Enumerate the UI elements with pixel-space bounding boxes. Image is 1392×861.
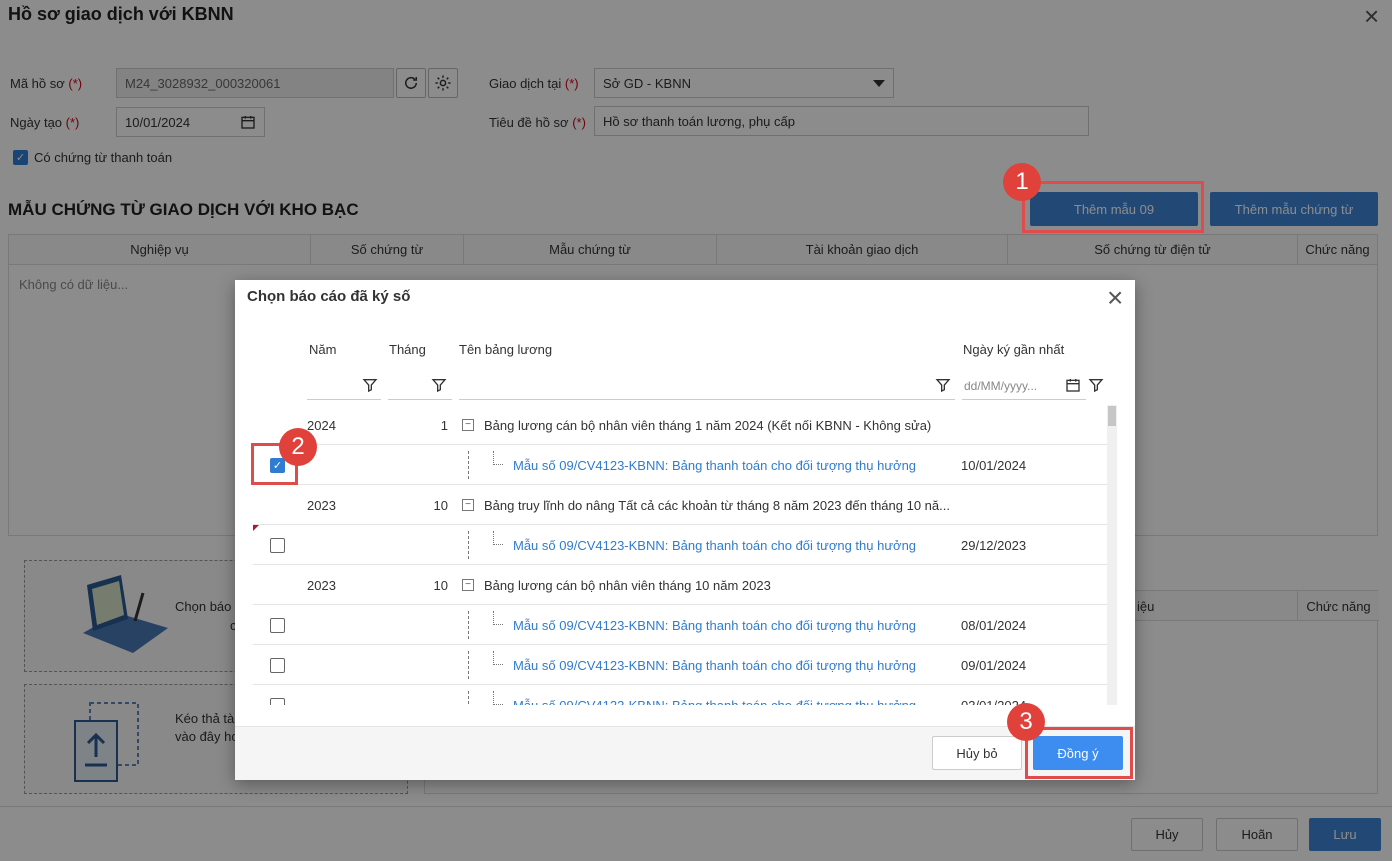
tree-branch [493, 451, 503, 465]
list-item[interactable]: Mẫu số 09/CV4123-KBNN: Bảng thanh toán c… [253, 605, 1107, 645]
item-ngay: 08/01/2024 [961, 617, 1027, 633]
filter-ten-icon[interactable] [935, 377, 951, 393]
minus-icon: − [462, 579, 474, 591]
group-thang: 10 [433, 577, 448, 593]
item-ten[interactable]: Mẫu số 09/CV4123-KBNN: Bảng thanh toán c… [513, 445, 916, 485]
collapse-toggle[interactable]: − [462, 485, 474, 525]
filter-ngay-icon[interactable] [1088, 377, 1104, 393]
filter-thang-icon[interactable] [431, 377, 447, 393]
tree-line [468, 611, 469, 639]
tree-branch [493, 611, 503, 625]
item-ten[interactable]: Mẫu số 09/CV4123-KBNN: Bảng thanh toán c… [513, 645, 916, 685]
scrollbar-track[interactable] [1107, 405, 1117, 705]
select-report-modal: Chọn báo cáo đã ký số × Năm Tháng Tên bả… [235, 280, 1135, 780]
scrollbar-thumb[interactable] [1108, 406, 1116, 426]
highlight-box-3 [1025, 727, 1133, 779]
filter-nam-icon[interactable] [362, 377, 378, 393]
minus-icon: − [462, 419, 474, 431]
cancel-button[interactable]: Hủy bỏ [932, 736, 1022, 770]
item-ngay: 09/01/2024 [961, 657, 1027, 673]
filter-ten[interactable] [459, 380, 955, 400]
highlight-box-1 [1022, 181, 1204, 233]
group-ten: Bảng lương cán bộ nhân viên tháng 10 năm… [484, 577, 771, 593]
tree-branch [493, 531, 503, 545]
item-ngay: 03/01/2024 [961, 697, 1027, 706]
item-ten[interactable]: Mẫu số 09/CV4123-KBNN: Bảng thanh toán c… [513, 685, 916, 706]
step-badge-3: 3 [1007, 703, 1045, 741]
item-ngay: 29/12/2023 [961, 537, 1027, 553]
group-row[interactable]: 2024 1 − Bảng lương cán bộ nhân viên thá… [253, 405, 1107, 445]
list-item[interactable]: Mẫu số 09/CV4123-KBNN: Bảng thanh toán c… [253, 525, 1107, 565]
row-marker [253, 525, 259, 531]
row-checkbox[interactable] [270, 617, 285, 633]
tree-line [468, 451, 469, 479]
group-ten: Bảng lương cán bộ nhân viên tháng 1 năm … [484, 417, 932, 433]
list-item[interactable]: ✓ Mẫu số 09/CV4123-KBNN: Bảng thanh toán… [253, 445, 1107, 485]
tree-branch [493, 651, 503, 665]
tree-line [468, 531, 469, 559]
list-item[interactable]: Mẫu số 09/CV4123-KBNN: Bảng thanh toán c… [253, 645, 1107, 685]
minus-icon: − [462, 499, 474, 511]
row-checkbox[interactable] [270, 657, 285, 673]
col-thang: Tháng [389, 342, 426, 357]
col-nam: Năm [309, 342, 337, 357]
item-ten[interactable]: Mẫu số 09/CV4123-KBNN: Bảng thanh toán c… [513, 605, 916, 645]
filter-ngay-placeholder: dd/MM/yyyy... [964, 379, 1038, 393]
group-row[interactable]: 2023 10 − Bảng truy lĩnh do nâng Tất cả … [253, 485, 1107, 525]
row-checkbox[interactable] [270, 697, 285, 705]
group-nam: 2023 [307, 577, 336, 593]
item-ten[interactable]: Mẫu số 09/CV4123-KBNN: Bảng thanh toán c… [513, 525, 916, 565]
tree-line [468, 651, 469, 679]
col-ngay: Ngày ký gần nhất [963, 342, 1065, 357]
modal-close-icon[interactable]: × [1107, 284, 1123, 312]
group-thang: 1 [440, 417, 448, 433]
group-row[interactable]: 2023 10 − Bảng lương cán bộ nhân viên th… [253, 565, 1107, 605]
collapse-toggle[interactable]: − [462, 405, 474, 445]
item-ngay: 10/01/2024 [961, 457, 1027, 473]
col-ten: Tên bảng lương [459, 342, 553, 357]
group-thang: 10 [433, 497, 448, 513]
calendar-icon[interactable] [1065, 377, 1081, 393]
collapse-toggle[interactable]: − [462, 565, 474, 605]
rows-viewport: 2024 1 − Bảng lương cán bộ nhân viên thá… [235, 405, 1135, 705]
step-badge-2: 2 [279, 428, 317, 466]
group-ten: Bảng truy lĩnh do nâng Tất cả các khoản … [484, 497, 950, 513]
row-checkbox[interactable] [270, 537, 285, 553]
tree-branch [493, 691, 503, 705]
tree-line [468, 691, 469, 705]
list-item[interactable]: Mẫu số 09/CV4123-KBNN: Bảng thanh toán c… [253, 685, 1107, 705]
group-nam: 2023 [307, 497, 336, 513]
step-badge-1: 1 [1003, 163, 1041, 201]
modal-title: Chọn báo cáo đã ký số [247, 288, 411, 305]
